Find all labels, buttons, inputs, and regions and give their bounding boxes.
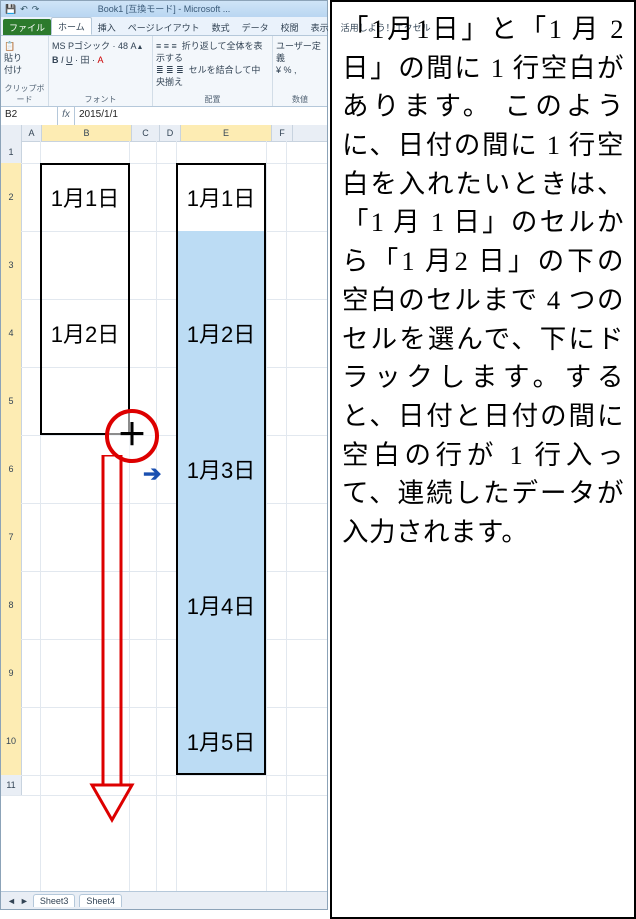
col-header-b[interactable]: B bbox=[42, 125, 132, 141]
cell-e8[interactable]: 1月4日 bbox=[176, 571, 266, 639]
tab-page-layout[interactable]: ページレイアウト bbox=[122, 19, 206, 35]
cell-b2[interactable]: 1月1日 bbox=[40, 163, 130, 231]
column-headers[interactable]: A B C D E F bbox=[1, 125, 327, 142]
cell-e2[interactable]: 1月1日 bbox=[176, 163, 266, 231]
row-header[interactable]: 9 bbox=[1, 639, 22, 708]
group-align: 配置 bbox=[153, 94, 272, 105]
cell-e6[interactable]: 1月3日 bbox=[176, 435, 266, 503]
drag-down-arrow bbox=[87, 455, 137, 825]
quick-access-toolbar[interactable]: 💾 ↶ ↷ bbox=[5, 1, 39, 17]
row-header[interactable]: 5 bbox=[1, 367, 22, 436]
tab-review[interactable]: 校閲 bbox=[275, 19, 305, 35]
row-header[interactable]: 11 bbox=[1, 775, 22, 796]
sheet-tab[interactable]: Sheet4 bbox=[79, 894, 122, 907]
undo-icon[interactable]: ↶ bbox=[20, 1, 28, 17]
row-header[interactable]: 1 bbox=[1, 141, 22, 164]
group-font: フォント bbox=[49, 94, 152, 105]
tab-file[interactable]: ファイル bbox=[3, 19, 51, 35]
row-header[interactable]: 8 bbox=[1, 571, 22, 640]
row-header[interactable]: 6 bbox=[1, 435, 22, 504]
tab-home[interactable]: ホーム bbox=[51, 17, 92, 35]
tab-insert[interactable]: 挿入 bbox=[92, 19, 122, 35]
italic-button[interactable]: I bbox=[61, 55, 64, 65]
wrap-text-button[interactable]: 折り返して全体を表示する bbox=[156, 41, 263, 63]
ribbon-tabs[interactable]: ファイル ホーム 挿入 ページレイアウト 数式 データ 校閲 表示 活用しよう！… bbox=[1, 17, 327, 36]
col-header-a[interactable]: A bbox=[22, 125, 42, 141]
col-header-c[interactable]: C bbox=[132, 125, 160, 141]
cell-e10[interactable]: 1月5日 bbox=[176, 707, 266, 775]
merge-center-button[interactable]: セルを結合して中央揃え bbox=[156, 65, 260, 87]
save-icon[interactable]: 💾 bbox=[5, 1, 16, 17]
fx-icon[interactable]: fx bbox=[58, 107, 75, 125]
sheet-nav-icon[interactable]: ◄ bbox=[7, 896, 16, 906]
window-title: Book1 [互換モード] - Microsoft ... bbox=[98, 4, 231, 14]
row-header[interactable]: 10 bbox=[1, 707, 22, 776]
redo-icon[interactable]: ↷ bbox=[32, 1, 40, 17]
formula-input[interactable]: 2015/1/1 bbox=[75, 107, 327, 125]
grid-body[interactable]: 1 2 3 4 5 6 7 8 9 10 11 bbox=[1, 141, 327, 891]
ribbon[interactable]: 📋貼り付け クリップボード MS Pゴシック · 48 A▲ B I U · 田… bbox=[1, 36, 327, 107]
worksheet-grid[interactable]: A B C D E F 1 2 3 4 5 6 7 8 9 bbox=[1, 125, 327, 891]
comma-button[interactable]: , bbox=[294, 65, 297, 75]
tab-formulas[interactable]: 数式 bbox=[206, 19, 236, 35]
group-number: 数値 bbox=[273, 94, 327, 105]
excel-screenshot: 💾 ↶ ↷ Book1 [互換モード] - Microsoft ... ファイル… bbox=[0, 0, 330, 919]
row-header[interactable]: 3 bbox=[1, 231, 22, 300]
instruction-panel: 「1月1日」と「1 月 2 日」の間に 1 行空白があります。 このように、日付… bbox=[330, 0, 636, 919]
group-clipboard: クリップボード bbox=[1, 83, 48, 105]
formula-bar[interactable]: B2 fx 2015/1/1 bbox=[1, 107, 327, 126]
plus-cursor-icon: ＋ bbox=[117, 421, 147, 451]
instruction-text: 「1月1日」と「1 月 2 日」の間に 1 行空白があります。 このように、日付… bbox=[342, 10, 624, 552]
col-header-f[interactable]: F bbox=[272, 125, 293, 141]
row-header[interactable]: 4 bbox=[1, 299, 22, 368]
row-header[interactable]: 2 bbox=[1, 163, 22, 232]
window-titlebar: 💾 ↶ ↷ Book1 [互換モード] - Microsoft ... bbox=[1, 1, 327, 17]
cell-e4[interactable]: 1月2日 bbox=[176, 299, 266, 367]
sheet-tab-bar[interactable]: ◄ ► Sheet3 Sheet4 bbox=[1, 891, 327, 909]
excel-window: 💾 ↶ ↷ Book1 [互換モード] - Microsoft ... ファイル… bbox=[0, 0, 328, 910]
result-arrow-icon: ➔ bbox=[143, 461, 161, 487]
tab-data[interactable]: データ bbox=[236, 19, 275, 35]
sheet-nav-icon[interactable]: ► bbox=[20, 896, 29, 906]
select-all-corner[interactable] bbox=[1, 125, 22, 141]
sheet-tab[interactable]: Sheet3 bbox=[33, 894, 76, 907]
font-size-combo[interactable]: 48 bbox=[118, 41, 128, 51]
cell-b4[interactable]: 1月2日 bbox=[40, 299, 130, 367]
font-name-combo[interactable]: MS Pゴシック bbox=[52, 41, 110, 51]
row-header[interactable]: 7 bbox=[1, 503, 22, 572]
name-box[interactable]: B2 bbox=[1, 107, 58, 125]
col-header-d[interactable]: D bbox=[160, 125, 181, 141]
col-header-e[interactable]: E bbox=[181, 125, 272, 141]
percent-button[interactable]: % bbox=[284, 65, 292, 75]
bold-button[interactable]: B bbox=[52, 55, 59, 65]
paste-icon[interactable]: 📋貼り付け bbox=[1, 38, 48, 78]
underline-button[interactable]: U bbox=[66, 55, 73, 65]
number-format-combo[interactable]: ユーザー定義 bbox=[276, 41, 321, 63]
